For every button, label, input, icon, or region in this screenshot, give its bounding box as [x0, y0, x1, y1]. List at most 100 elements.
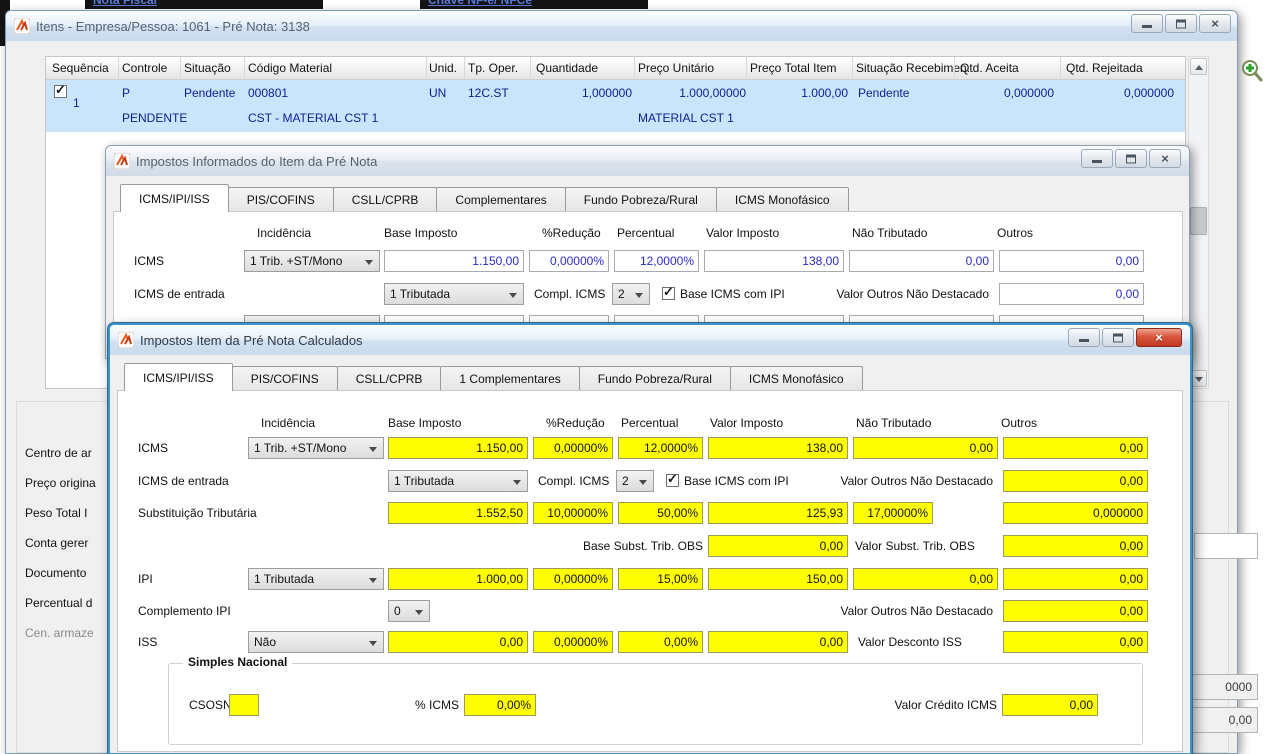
icms-reducao-field[interactable]: 0,00000%: [529, 250, 609, 272]
tab-icms-monofasico[interactable]: ICMS Monofásico: [716, 187, 849, 212]
icms-label: ICMS: [138, 437, 168, 459]
close-button[interactable]: ×: [1136, 328, 1182, 347]
zoom-search-button[interactable]: [1240, 57, 1264, 83]
ipi-nao-tributado-field[interactable]: 0,00: [853, 568, 998, 590]
header-valor-imposto: Valor Imposto: [710, 415, 783, 431]
compl-icms-dropdown[interactable]: 2: [612, 283, 650, 305]
col-qtd-rejeitada[interactable]: Qtd. Rejeitada: [1066, 61, 1143, 75]
ipi-outros-field[interactable]: 0,00: [1003, 568, 1148, 590]
col-situacao-recebimen[interactable]: Situação Recebimen.: [856, 61, 970, 75]
bottom-right-input[interactable]: [1194, 533, 1258, 559]
valor-outros-nao-destacado-field[interactable]: 0,00: [1003, 470, 1148, 492]
icms-entrada-dropdown[interactable]: 1 Tributada: [388, 470, 528, 492]
maximize-button[interactable]: [1115, 149, 1147, 168]
iss-label: ISS: [138, 631, 157, 653]
icms-incidencia-dropdown[interactable]: 1 Trib. +ST/Mono: [244, 250, 380, 272]
simples-nacional-group: Simples Nacional CSOSN % ICMS 0,00% Valo…: [168, 663, 1143, 745]
tab-csll-cprb[interactable]: CSLL/CPRB: [337, 366, 442, 391]
subst-outros-field[interactable]: 0,000000: [1003, 502, 1148, 524]
maximize-button[interactable]: [1102, 328, 1134, 347]
subst-valor-field[interactable]: 125,93: [708, 502, 848, 524]
csosn-field[interactable]: [229, 694, 259, 716]
icms-valor-field[interactable]: 138,00: [704, 250, 844, 272]
iss-reducao-field[interactable]: 0,00000%: [533, 631, 613, 653]
subst-percentual-field[interactable]: 50,00%: [618, 502, 703, 524]
minimize-button[interactable]: [1068, 328, 1100, 347]
icms-nao-tributado-field[interactable]: 0,00: [849, 250, 994, 272]
valor-credito-icms-field[interactable]: 0,00: [1002, 694, 1098, 716]
tab-icms-ipi-iss[interactable]: ICMS/IPI/ISS: [124, 363, 233, 391]
icms-percentual-field[interactable]: 12,0000%: [614, 250, 699, 272]
base-icms-ipi-checkbox[interactable]: ✓: [662, 287, 675, 300]
tab-complementares[interactable]: 1 Complementares: [440, 366, 579, 391]
close-button[interactable]: ×: [1199, 14, 1231, 33]
tab-pis-cofins[interactable]: PIS/COFINS: [228, 187, 334, 212]
subst-mva-field[interactable]: 17,00000%: [853, 502, 933, 524]
complemento-ipi-dropdown[interactable]: 0: [388, 600, 430, 622]
icms-base-field[interactable]: 1.150,00: [388, 437, 528, 459]
icms-nao-tributado-field[interactable]: 0,00: [853, 437, 998, 459]
valor-desconto-iss-field[interactable]: 0,00: [1003, 631, 1148, 653]
compl-icms-dropdown[interactable]: 2: [616, 470, 654, 492]
base-icms-ipi-checkbox[interactable]: ✓: [666, 474, 679, 487]
icms-outros-field[interactable]: 0,00: [999, 250, 1144, 272]
subst-reducao-field[interactable]: 10,00000%: [533, 502, 613, 524]
iss-base-field[interactable]: 0,00: [388, 631, 528, 653]
magnifier-plus-icon: [1240, 57, 1264, 83]
col-qtd-aceita[interactable]: Qtd. Aceita: [960, 61, 1019, 75]
ipi-percentual-field[interactable]: 15,00%: [618, 568, 703, 590]
col-controle[interactable]: Controle: [122, 61, 167, 75]
ipi-incidencia-dropdown[interactable]: 1 Tributada: [248, 568, 384, 590]
label-documento: Documento: [25, 562, 86, 584]
pct-icms-field[interactable]: 0,00%: [464, 694, 536, 716]
ipi-reducao-field[interactable]: 0,00000%: [533, 568, 613, 590]
col-preco-total-item[interactable]: Preço Total Item: [750, 61, 836, 75]
row-checkbox[interactable]: ✓: [54, 85, 67, 98]
tab-icms-ipi-iss[interactable]: ICMS/IPI/ISS: [120, 184, 229, 212]
itens-titlebar[interactable]: Itens - Empresa/Pessoa: 1061 - Pré Nota:…: [6, 11, 1237, 41]
tab-csll-cprb[interactable]: CSLL/CPRB: [333, 187, 438, 212]
iss-incidencia-dropdown[interactable]: Não: [248, 631, 384, 653]
ipi-base-field[interactable]: 1.000,00: [388, 568, 528, 590]
ipi-valor-field[interactable]: 150,00: [708, 568, 848, 590]
close-button[interactable]: ×: [1149, 149, 1181, 168]
icms-percentual-field[interactable]: 12,0000%: [618, 437, 703, 459]
iss-percentual-field[interactable]: 0,00%: [618, 631, 703, 653]
col-situacao[interactable]: Situação: [184, 61, 231, 75]
scroll-thumb[interactable]: [1190, 207, 1207, 235]
valor-outros-nao-destacado-label: Valor Outros Não Destacado: [714, 283, 989, 305]
ipi-valor-outros-field[interactable]: 0,00: [1003, 600, 1148, 622]
complemento-ipi-label: Complemento IPI: [138, 600, 231, 622]
column-divider: [954, 57, 955, 80]
icms-entrada-dropdown[interactable]: 1 Tributada: [384, 283, 524, 305]
tab-pis-cofins[interactable]: PIS/COFINS: [232, 366, 338, 391]
col-sequencia[interactable]: Sequência: [52, 61, 109, 75]
calculados-titlebar[interactable]: Impostos Item da Pré Nota Calculados: [110, 325, 1190, 355]
tab-complementares[interactable]: Complementares: [436, 187, 565, 212]
icms-outros-field[interactable]: 0,00: [1003, 437, 1148, 459]
tab-fundo-pobreza[interactable]: Fundo Pobreza/Rural: [579, 366, 731, 391]
valor-outros-nao-destacado-field[interactable]: 0,00: [999, 283, 1144, 305]
col-quantidade[interactable]: Quantidade: [536, 61, 598, 75]
iss-valor-field[interactable]: 0,00: [708, 631, 848, 653]
valor-subst-obs-field[interactable]: 0,00: [1003, 535, 1148, 557]
base-subst-obs-field[interactable]: 0,00: [708, 535, 848, 557]
maximize-button[interactable]: [1165, 14, 1197, 33]
icms-reducao-field[interactable]: 0,00000%: [533, 437, 613, 459]
scroll-down-button[interactable]: [1190, 370, 1207, 387]
icms-valor-field[interactable]: 138,00: [708, 437, 848, 459]
col-codigo-material[interactable]: Código Material: [248, 61, 332, 75]
subst-base-field[interactable]: 1.552,50: [388, 502, 528, 524]
icms-base-field[interactable]: 1.150,00: [384, 250, 524, 272]
icms-incidencia-dropdown[interactable]: 1 Trib. +ST/Mono: [248, 437, 384, 459]
scroll-up-button[interactable]: [1190, 58, 1207, 75]
informados-titlebar[interactable]: Impostos Informados do Item da Pré Nota: [106, 146, 1189, 176]
tab-fundo-pobreza[interactable]: Fundo Pobreza/Rural: [565, 187, 717, 212]
table-row[interactable]: ✓ 1 P Pendente 000801 UN 12C.ST 1,000000…: [46, 80, 1185, 132]
col-preco-unitario[interactable]: Preço Unitário: [638, 61, 714, 75]
col-tp-oper[interactable]: Tp. Oper.: [468, 61, 518, 75]
minimize-button[interactable]: [1081, 149, 1113, 168]
col-unid[interactable]: Unid.: [429, 61, 457, 75]
tab-icms-monofasico[interactable]: ICMS Monofásico: [730, 366, 863, 391]
minimize-button[interactable]: [1131, 14, 1163, 33]
